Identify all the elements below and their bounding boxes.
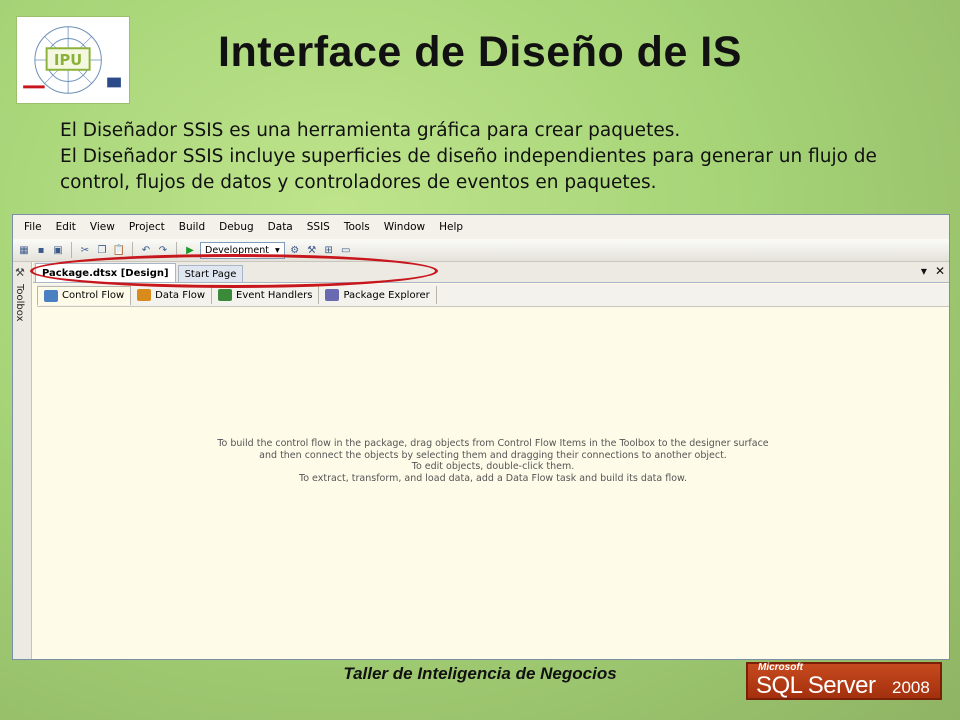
menu-debug[interactable]: Debug: [212, 221, 261, 233]
menu-file[interactable]: File: [17, 221, 49, 233]
tab-label: Event Handlers: [236, 289, 313, 301]
hint-line: To extract, transform, and load data, ad…: [299, 472, 687, 484]
menu-window[interactable]: Window: [377, 221, 432, 233]
tab-event-handlers[interactable]: Event Handlers: [212, 286, 320, 304]
toolbox-icon[interactable]: ⚒: [305, 243, 319, 257]
package-explorer-icon: [325, 289, 340, 301]
standard-toolbar: ▦ ▪ ▣ ✂ ❐ 📋 ↶ ↷ ▶ Development ▾ ⚙ ⚒ ⊞ ▭: [13, 239, 949, 262]
control-flow-design-surface[interactable]: To build the control flow in the package…: [37, 308, 949, 659]
tab-label: Data Flow: [155, 289, 206, 301]
document-window-controls: ▾ ✕: [921, 264, 945, 278]
description-line: El Diseñador SSIS incluye superficies de…: [60, 146, 877, 193]
toolbox-label: Toolbox: [14, 284, 25, 322]
properties-icon[interactable]: ⚙: [288, 243, 302, 257]
designer-tabs: Control Flow Data Flow Event Handlers Pa…: [37, 284, 949, 307]
designer-hint-text: To build the control flow in the package…: [37, 438, 949, 484]
control-flow-icon: [44, 289, 58, 302]
university-logo: IPU: [16, 16, 130, 104]
hint-line: and then connect the objects by selectin…: [259, 449, 727, 461]
tab-control-flow[interactable]: Control Flow: [37, 285, 132, 305]
slide-title: Interface de Diseño de IS: [218, 28, 742, 76]
sql-server-logo: Microsoft SQL Server 2008: [746, 662, 942, 700]
undo-icon[interactable]: ↶: [139, 243, 153, 257]
tab-start-page[interactable]: Start Page: [177, 265, 244, 282]
solution-configuration-select[interactable]: Development ▾: [200, 241, 285, 259]
object-browser-icon[interactable]: ⊞: [322, 243, 336, 257]
hint-line: To build the control flow in the package…: [217, 438, 769, 449]
chevron-down-icon[interactable]: ▾: [921, 264, 927, 278]
copy-icon[interactable]: ❐: [95, 243, 109, 257]
document-tabs: Package.dtsx [Design] Start Page ▾ ✕: [33, 262, 949, 283]
menu-data[interactable]: Data: [261, 221, 300, 233]
toolbar-separator: [132, 242, 133, 258]
menu-tools[interactable]: Tools: [337, 221, 377, 233]
paste-icon[interactable]: 📋: [112, 243, 126, 257]
tab-package-explorer[interactable]: Package Explorer: [319, 286, 437, 304]
hint-line: To edit objects, double-click them.: [411, 461, 575, 472]
sql-logo-year: 2008: [892, 678, 930, 697]
toolbar-separator: [71, 242, 72, 258]
menu-edit[interactable]: Edit: [49, 221, 83, 233]
toolbox-panel[interactable]: ⚒ Toolbox: [13, 262, 32, 659]
ide-workspace: ⚒ Toolbox Package.dtsx [Design] Start Pa…: [13, 262, 949, 659]
save-all-icon[interactable]: ▣: [51, 243, 65, 257]
cut-icon[interactable]: ✂: [78, 243, 92, 257]
event-handlers-icon: [218, 289, 233, 301]
save-icon[interactable]: ▪: [34, 243, 48, 257]
tab-data-flow[interactable]: Data Flow: [131, 286, 213, 304]
menu-project[interactable]: Project: [122, 221, 172, 233]
close-icon[interactable]: ✕: [935, 264, 945, 278]
redo-icon[interactable]: ↷: [156, 243, 170, 257]
chevron-down-icon: ▾: [274, 244, 280, 256]
menu-view[interactable]: View: [83, 221, 122, 233]
tab-label: Control Flow: [62, 290, 125, 301]
menu-bar: File Edit View Project Build Debug Data …: [13, 215, 949, 239]
sql-logo-product: SQL Server: [756, 672, 876, 699]
tab-package-design[interactable]: Package.dtsx [Design]: [35, 263, 176, 282]
description-line: El Diseñador SSIS es una herramienta grá…: [60, 120, 681, 141]
slide-footer: Taller de Inteligencia de Negocios: [343, 664, 617, 683]
data-flow-icon: [137, 289, 152, 301]
tab-label: Package Explorer: [343, 289, 430, 301]
slide-description: El Diseñador SSIS es una herramienta grá…: [60, 118, 920, 196]
menu-help[interactable]: Help: [432, 221, 470, 233]
new-project-icon[interactable]: ▦: [17, 243, 31, 257]
menu-ssis[interactable]: SSIS: [300, 221, 337, 233]
logo-text: IPU: [54, 52, 82, 69]
command-window-icon[interactable]: ▭: [339, 243, 353, 257]
wrench-icon: ⚒: [15, 267, 25, 279]
toolbar-separator: [176, 242, 177, 258]
ssis-designer-window: File Edit View Project Build Debug Data …: [12, 214, 950, 660]
menu-build[interactable]: Build: [172, 221, 212, 233]
configuration-value: Development: [205, 244, 269, 256]
start-icon[interactable]: ▶: [183, 243, 197, 257]
